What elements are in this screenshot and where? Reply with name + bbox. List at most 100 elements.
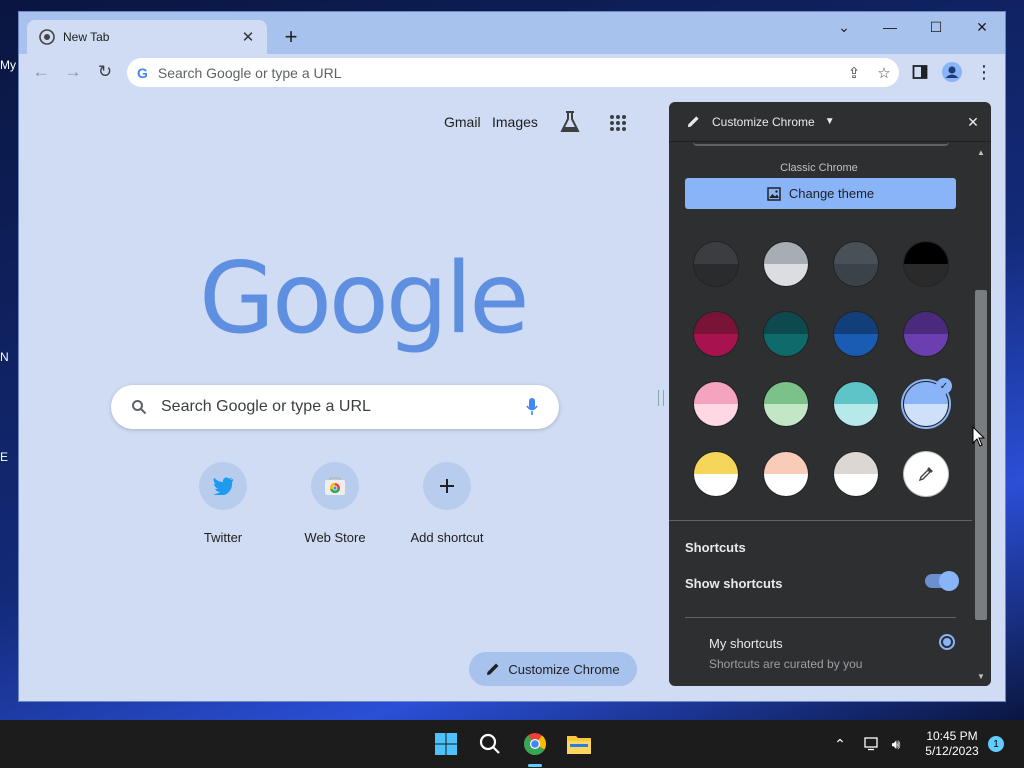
color-swatch[interactable] [763,241,809,287]
ntp-search-box[interactable]: Search Google or type a URL [111,385,559,429]
swatch-top [764,452,808,474]
swatch-top [834,312,878,334]
swatch-bottom [764,264,808,286]
customize-chrome-button[interactable]: Customize Chrome [469,652,637,686]
microphone-icon[interactable] [525,397,539,417]
omnibox[interactable]: G Search Google or type a URL ⇪ ☆ [127,58,899,87]
color-swatch[interactable] [833,381,879,427]
swatch-top [694,382,738,404]
my-shortcuts-radio[interactable] [939,634,955,650]
scroll-down-arrow-icon[interactable]: ▼ [975,670,987,682]
swatch-bottom [834,404,878,426]
tab-strip: New Tab ✕ + ⌄ — ☐ ✕ [19,12,1005,54]
swatch-top [694,242,738,264]
minimize-button[interactable]: — [867,12,913,42]
tab-new-tab[interactable]: New Tab ✕ [27,20,267,54]
swatch-bottom [904,264,948,286]
clock[interactable]: 10:45 PM 5/12/2023 [910,729,994,759]
eyedropper-icon [918,467,933,482]
show-shortcuts-toggle[interactable] [925,571,959,591]
customize-chrome-panel: Customize Chrome ▼ ✕ Classic Chrome Chan… [669,102,991,686]
apps-grid-icon[interactable] [609,114,627,137]
desktop-icon-label[interactable]: E [0,450,18,464]
ntp-search-placeholder: Search Google or type a URL [161,398,371,415]
labs-flask-icon[interactable] [559,110,581,139]
swatch-top [904,312,948,334]
scroll-up-arrow-icon[interactable]: ▲ [975,146,987,158]
swatch-top [694,312,738,334]
notification-badge[interactable]: 1 [988,736,1004,752]
swatch-bottom [694,474,738,496]
color-swatch[interactable] [693,241,739,287]
custom-color-picker-swatch[interactable] [903,451,949,497]
search-icon[interactable] [474,728,506,760]
file-explorer-icon[interactable] [563,728,595,760]
color-swatch[interactable] [903,311,949,357]
network-icon[interactable] [862,732,882,756]
color-swatch[interactable] [833,311,879,357]
chrome-icon[interactable] [519,728,551,760]
web-store-icon [311,462,359,510]
customize-chrome-label: Customize Chrome [508,661,620,677]
side-panel-resize-handle[interactable] [658,390,664,406]
twitter-icon [199,462,247,510]
active-app-indicator [528,764,542,767]
desktop-icon-label[interactable]: My [0,58,18,72]
gmail-link[interactable]: Gmail [444,114,481,130]
reload-icon[interactable]: ↻ [91,58,119,86]
shortcut-add[interactable]: Add shortcut [391,462,503,545]
close-icon[interactable]: ✕ [963,112,983,132]
color-swatch[interactable] [693,311,739,357]
swatch-top [834,242,878,264]
change-theme-label: Change theme [788,186,875,201]
color-swatch[interactable] [763,311,809,357]
image-icon [767,186,781,201]
close-icon[interactable]: ✕ [239,28,257,46]
toolbar: ← → ↻ G Search Google or type a URL ⇪ ☆ … [19,54,1005,90]
classic-chrome-preview[interactable] [693,142,949,146]
tray-overflow-chevron-icon[interactable]: ⌃ [830,732,850,756]
color-swatch[interactable] [763,451,809,497]
windows-start-icon[interactable] [430,728,462,760]
selected-check-icon: ✓ [936,378,952,394]
forward-icon[interactable]: → [59,58,87,86]
swatch-top [834,452,878,474]
color-swatch[interactable] [763,381,809,427]
swatch-bottom [764,334,808,356]
change-theme-button[interactable]: Change theme [685,178,956,209]
maximize-button[interactable]: ☐ [913,12,959,42]
menu-kebab-icon[interactable]: ⋮ [969,58,999,86]
profile-avatar-icon[interactable] [937,58,967,86]
my-shortcuts-label[interactable]: My shortcuts [709,636,783,651]
my-shortcuts-description: Shortcuts are curated by you [709,657,863,671]
bookmark-star-icon[interactable]: ☆ [869,59,899,87]
new-tab-button[interactable]: + [277,23,305,51]
images-link[interactable]: Images [492,114,538,130]
volume-icon[interactable]: 🔊︎ [886,732,906,756]
clock-date: 5/12/2023 [925,744,979,758]
shortcut-web-store[interactable]: Web Store [279,462,391,545]
close-window-button[interactable]: ✕ [959,12,1005,42]
dropdown-arrow-icon[interactable]: ▼ [825,116,835,127]
shortcut-twitter[interactable]: Twitter [167,462,279,545]
chrome-icon [39,29,55,45]
color-swatch[interactable] [833,241,879,287]
side-panel-header[interactable]: Customize Chrome ▼ [669,102,991,142]
swatch-bottom [834,474,878,496]
share-icon[interactable]: ⇪ [839,59,869,87]
classic-chrome-label: Classic Chrome [780,162,858,174]
scrollbar-thumb[interactable] [975,290,987,620]
chrome-window: New Tab ✕ + ⌄ — ☐ ✕ ← → ↻ G Search Googl… [18,11,1006,702]
side-panel-icon[interactable] [905,58,935,86]
swatch-top [764,242,808,264]
back-icon[interactable]: ← [27,58,55,86]
color-swatch[interactable] [693,451,739,497]
color-swatch[interactable] [903,241,949,287]
color-swatch[interactable] [833,451,879,497]
color-swatch[interactable] [693,381,739,427]
desktop-icon-label[interactable]: N [0,350,18,364]
swatch-bottom [904,334,948,356]
swatch-bottom [834,334,878,356]
omnibox-placeholder: Search Google or type a URL [157,64,342,81]
tab-search-icon[interactable]: ⌄ [821,12,867,42]
